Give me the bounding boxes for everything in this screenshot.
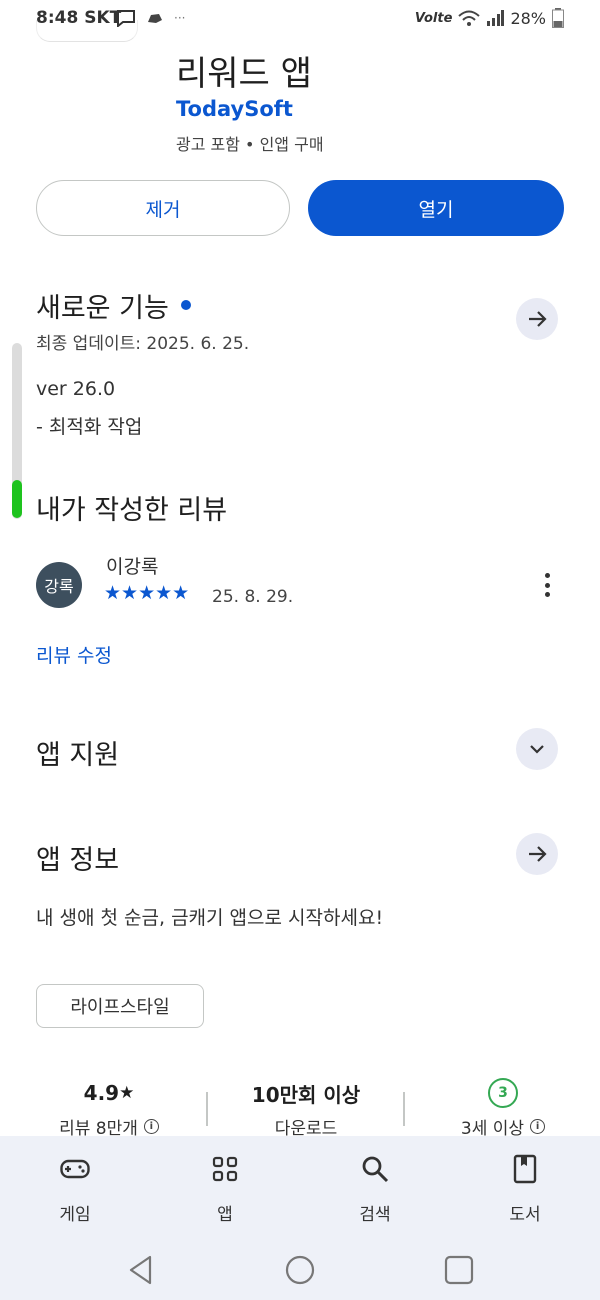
- whats-new-arrow-button[interactable]: [516, 298, 558, 340]
- arrow-right-icon: [529, 846, 547, 862]
- app-title: 리워드 앱: [176, 54, 312, 94]
- reviewer-name: 이강록: [106, 556, 159, 578]
- whats-new-title: 새로운 기능: [36, 286, 191, 325]
- bottom-nav: 게임 앱 검색 도서: [0, 1136, 600, 1242]
- arrow-right-icon: [529, 311, 547, 327]
- system-nav-bar: [0, 1242, 600, 1300]
- version-text: ver 26.0: [36, 378, 116, 400]
- new-indicator-dot: [180, 299, 191, 310]
- nav-label: 도서: [509, 1205, 541, 1225]
- back-triangle-icon: [129, 1255, 152, 1285]
- stat-divider: [403, 1092, 405, 1126]
- avatar: 강록: [36, 562, 82, 608]
- nav-item-search[interactable]: 검색: [325, 1152, 425, 1225]
- apps-grid-icon: [212, 1156, 238, 1182]
- release-note: - 최적화 작업: [36, 416, 143, 438]
- book-icon: [513, 1154, 537, 1184]
- review-more-menu-icon[interactable]: [536, 570, 558, 600]
- edit-review-link[interactable]: 리뷰 수정: [36, 641, 112, 668]
- recents-button[interactable]: [439, 1250, 479, 1290]
- nav-item-games[interactable]: 게임: [25, 1152, 125, 1225]
- developer-link[interactable]: TodaySoft: [176, 97, 293, 121]
- wifi-icon: [458, 10, 481, 26]
- battery-percent: 28%: [510, 8, 546, 28]
- app-info-title: 앱 정보: [36, 845, 120, 876]
- gamepad-icon: [60, 1159, 90, 1179]
- info-icon[interactable]: i: [530, 1119, 546, 1134]
- stat-divider: [206, 1092, 208, 1126]
- downloads-stat: 10만회 이상 다운로드: [211, 1078, 401, 1140]
- chevron-down-icon: [530, 745, 544, 754]
- app-description: 내 생애 첫 순금, 금캐기 앱으로 시작하세요!: [36, 907, 384, 929]
- rating-stat: 4.9 ★ 리뷰 8만개 i: [14, 1078, 204, 1139]
- battery-icon: [552, 8, 564, 28]
- app-support-title: 앱 지원: [36, 740, 120, 771]
- my-review-title: 내가 작성한 리뷰: [36, 495, 228, 526]
- age-stat: 3 3세 이상 i: [408, 1078, 598, 1139]
- rating-value: 4.9 ★: [83, 1081, 135, 1105]
- nav-item-apps[interactable]: 앱: [175, 1152, 275, 1225]
- app-info-arrow-button[interactable]: [516, 833, 558, 875]
- uninstall-button[interactable]: 제거: [36, 180, 290, 236]
- status-right-icons: Volte 28%: [415, 8, 564, 28]
- search-icon: [362, 1156, 389, 1183]
- recents-square-icon: [444, 1255, 474, 1285]
- category-chip[interactable]: 라이프스타일: [36, 984, 204, 1028]
- nav-label: 앱: [217, 1205, 233, 1225]
- cloud-icon: [148, 14, 162, 23]
- review-date: 25. 8. 29.: [212, 587, 294, 607]
- back-button[interactable]: [120, 1250, 160, 1290]
- more-notifications-icon: ···: [174, 11, 186, 25]
- nav-label: 게임: [59, 1205, 91, 1225]
- open-button-label: 열기: [418, 198, 454, 221]
- downloads-value: 10만회 이상: [251, 1082, 361, 1107]
- open-button[interactable]: 열기: [308, 180, 564, 236]
- home-circle-icon: [285, 1255, 315, 1285]
- volte-icon: Volte: [414, 10, 453, 26]
- scrollbar-thumb[interactable]: [12, 480, 22, 518]
- home-button[interactable]: [280, 1250, 320, 1290]
- star-icon: ★: [119, 1083, 135, 1103]
- last-updated: 최종 업데이트: 2025. 6. 25.: [36, 334, 250, 354]
- signal-icon: [487, 10, 505, 26]
- uninstall-button-label: 제거: [145, 198, 181, 221]
- app-support-expand-button[interactable]: [516, 728, 558, 770]
- nav-label: 검색: [359, 1205, 391, 1225]
- app-icon-card: [36, 20, 138, 42]
- info-icon[interactable]: i: [143, 1119, 159, 1134]
- nav-item-books[interactable]: 도서: [475, 1152, 575, 1225]
- age-rating-badge-icon: 3: [488, 1078, 518, 1108]
- review-stars: ★★★★★: [104, 582, 190, 604]
- app-meta: 광고 포함 • 인앱 구매: [176, 135, 324, 154]
